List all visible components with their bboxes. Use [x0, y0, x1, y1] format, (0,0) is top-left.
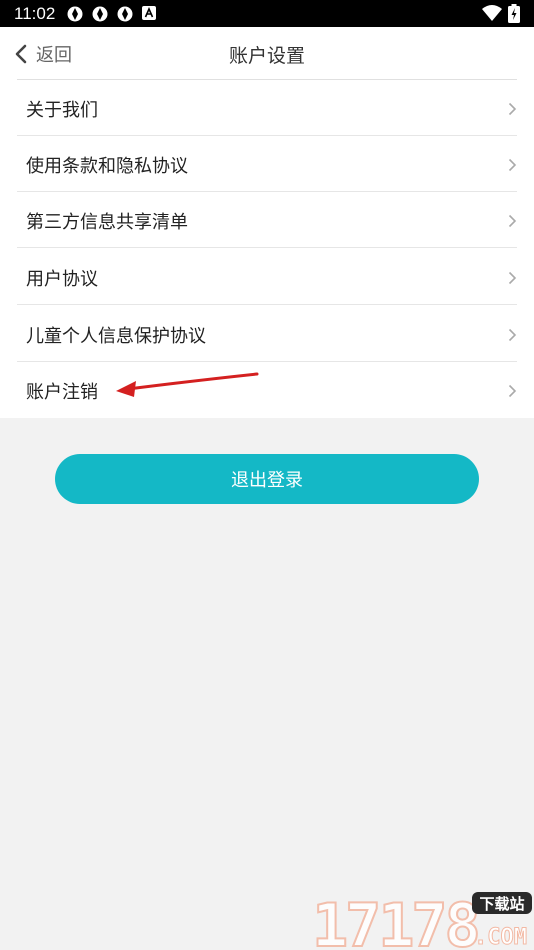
menu-item-third-party-sharing[interactable]: 第三方信息共享清单 [0, 192, 534, 248]
menu-item-label: 使用条款和隐私协议 [26, 156, 188, 177]
menu-item-child-privacy[interactable]: 儿童个人信息保护协议 [0, 306, 534, 362]
svg-text:.COM: .COM [474, 925, 527, 950]
chevron-right-icon [508, 384, 517, 398]
chevron-right-icon [508, 158, 517, 172]
annotation-arrow-icon [116, 372, 259, 397]
logout-button[interactable]: 退出登录 [55, 454, 479, 504]
menu-item-label: 儿童个人信息保护协议 [26, 326, 206, 347]
menu-item-label: 账户注销 [26, 382, 98, 403]
battery-icon [508, 4, 520, 23]
chevron-right-icon [508, 214, 517, 228]
settings-list: 关于我们 使用条款和隐私协议 第三方信息共享清单 用户协议 儿童个人信息保护协议… [0, 79, 534, 418]
status-bar: 11:02 [0, 0, 534, 27]
notification-icon [117, 6, 133, 22]
svg-text:17178: 17178 [312, 891, 478, 950]
watermark-logo: 17178 下载站 .COM [310, 888, 534, 950]
menu-item-about-us[interactable]: 关于我们 [0, 80, 534, 136]
notification-icon [92, 6, 108, 22]
chevron-right-icon [508, 271, 517, 285]
notification-icon [67, 6, 83, 22]
svg-text:下载站: 下载站 [479, 895, 524, 913]
wifi-icon [482, 5, 502, 21]
divider [17, 247, 517, 248]
chevron-right-icon [508, 102, 517, 116]
menu-item-user-agreement[interactable]: 用户协议 [0, 249, 534, 305]
menu-item-label: 关于我们 [26, 100, 98, 121]
chevron-right-icon [508, 328, 517, 342]
navigation-bar: 返回 账户设置 [0, 27, 534, 79]
menu-item-account-deletion[interactable]: 账户注销 [0, 362, 534, 418]
status-time: 11:02 [14, 4, 56, 23]
page-title: 账户设置 [228, 45, 305, 67]
menu-item-label: 第三方信息共享清单 [26, 212, 188, 233]
menu-item-terms-privacy[interactable]: 使用条款和隐私协议 [0, 136, 534, 192]
divider [17, 304, 517, 305]
menu-item-label: 用户协议 [26, 269, 98, 290]
a-badge-icon [142, 6, 156, 20]
